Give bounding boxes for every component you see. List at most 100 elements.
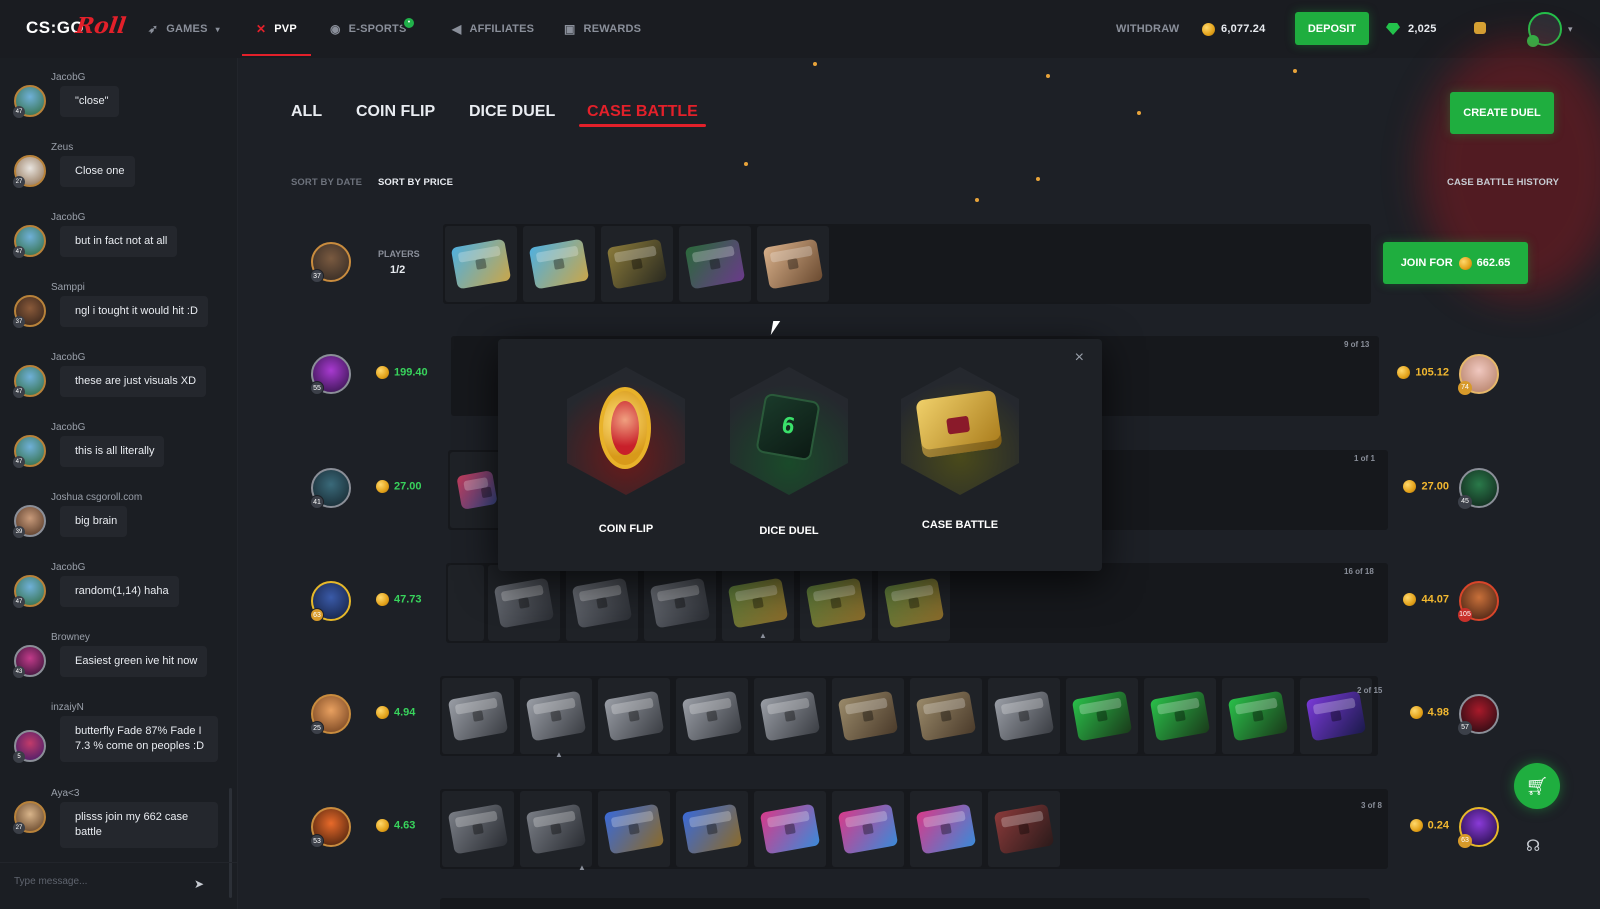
battle-value-text: 27.00: [394, 480, 422, 493]
case-item: [598, 678, 670, 754]
chat-username: JacobG: [51, 212, 86, 223]
chat-message-input[interactable]: [14, 876, 194, 887]
coin-icon: [1458, 256, 1472, 270]
nav-pvp[interactable]: ✕ PVP: [242, 0, 311, 58]
case-item: [878, 565, 950, 641]
case-item: [488, 565, 560, 641]
case-item: [910, 678, 982, 754]
avatar[interactable]: 25: [310, 694, 351, 735]
logo-script: Roll: [74, 13, 128, 39]
avatar[interactable]: 37: [310, 242, 351, 283]
chat-sidebar: JacobG 47 "close" Zeus 27 Close one Jaco…: [0, 58, 238, 909]
battle-value: 199.40: [376, 366, 428, 379]
nav-games[interactable]: ➶ GAMES ▾: [148, 0, 220, 58]
cart-icon: 🛒︎: [1525, 775, 1549, 796]
sort-by-price[interactable]: SORT BY PRICE: [378, 177, 453, 188]
case-battle-label[interactable]: CASE BATTLE: [890, 519, 1030, 531]
chat-username: Aya<3: [51, 788, 80, 799]
gems-display: 2,025: [1386, 0, 1437, 58]
nav-rewards[interactable]: ▣ REWARDS: [564, 0, 641, 58]
sort-by-date[interactable]: SORT BY DATE: [291, 177, 362, 188]
chat-text: butterfly Fade 87% Fade I 7.3 % come on …: [60, 716, 218, 762]
chat-text: Easiest green ive hit now: [60, 646, 208, 677]
case-item: [520, 678, 592, 754]
case-item: [448, 565, 484, 641]
dice-duel-label[interactable]: DICE DUEL: [719, 525, 859, 537]
nav-esports[interactable]: ◉ E-SPORTS: [330, 0, 407, 58]
battle-value-text: 4.63: [394, 819, 416, 832]
case-battle-history-link[interactable]: CASE BATTLE HISTORY: [1447, 177, 1559, 188]
level-badge: 41: [310, 495, 324, 509]
tab-all[interactable]: ALL: [291, 103, 322, 121]
avatar[interactable]: 55: [310, 354, 351, 395]
csgoroll-logo[interactable]: CS:GO Roll: [26, 13, 127, 44]
deposit-label: DEPOSIT: [1307, 22, 1357, 35]
battle-value-text: 47.73: [394, 593, 422, 606]
level-badge: 74: [1458, 381, 1472, 395]
case-progress: 1 of 1: [1354, 454, 1375, 463]
megaphone-icon: ◀: [452, 22, 462, 36]
chat-username: JacobG: [51, 562, 86, 573]
rocket-icon: ➶: [148, 22, 159, 36]
nav-affiliates[interactable]: ◀ AFFILIATES: [452, 0, 534, 58]
level-badge: 47: [13, 386, 25, 398]
case-progress: 16 of 18: [1344, 567, 1374, 576]
deposit-button[interactable]: DEPOSIT: [1295, 12, 1369, 45]
opponent-value-text: 4.98: [1427, 706, 1449, 719]
level-badge: 43: [13, 666, 25, 678]
players-count: 1/2: [390, 264, 406, 276]
live-badge-icon: •: [402, 16, 416, 30]
chevron-down-icon[interactable]: ▾: [1568, 24, 1573, 35]
tab-case-battle[interactable]: CASE BATTLE: [579, 103, 706, 127]
send-icon[interactable]: ➤: [194, 877, 204, 891]
level-badge: 45: [1458, 495, 1472, 509]
avatar[interactable]: 63: [310, 581, 351, 622]
dice-duel-option[interactable]: 6: [730, 367, 848, 495]
chevron-down-icon: ▾: [215, 24, 220, 34]
coin-icon: [376, 366, 389, 379]
cart-button[interactable]: 🛒︎: [1514, 763, 1560, 809]
avatar[interactable]: 74: [1458, 354, 1499, 395]
withdraw-link[interactable]: WITHDRAW: [1116, 0, 1179, 58]
level-badge: 57: [1458, 721, 1472, 735]
support-headset-icon[interactable]: ☊: [1526, 836, 1540, 856]
crossed-swords-icon: ✕: [256, 22, 267, 36]
case-strip: [440, 898, 1370, 909]
avatar[interactable]: 63: [1458, 807, 1499, 848]
battle-value: 4.63: [376, 819, 415, 832]
join-battle-button[interactable]: JOIN FOR 662.65: [1383, 242, 1528, 284]
treasure-icon[interactable]: [1474, 22, 1486, 34]
avatar[interactable]: 45: [1458, 468, 1499, 509]
level-badge: 47: [13, 106, 25, 118]
tab-dice-duel[interactable]: DICE DUEL: [469, 103, 555, 121]
case-item: [754, 678, 826, 754]
opponent-value-text: 0.24: [1427, 819, 1449, 832]
nav-label: E-SPORTS: [348, 23, 407, 35]
nav-label: GAMES: [166, 23, 208, 35]
ember-decoration: [1137, 111, 1141, 115]
case-item: [1222, 678, 1294, 754]
case-item: [910, 791, 982, 867]
chat-username: Samppi: [51, 282, 85, 293]
level-badge: 27: [13, 176, 25, 188]
chat-input-bar: ➤: [0, 862, 238, 909]
case-item: [988, 678, 1060, 754]
coin-icon: [376, 819, 389, 832]
coin-flip-label[interactable]: COIN FLIP: [556, 523, 696, 535]
chat-username: Browney: [51, 632, 90, 643]
avatar[interactable]: 57: [1458, 694, 1499, 735]
case-item: [566, 565, 638, 641]
avatar[interactable]: 53: [310, 807, 351, 848]
case-item: [676, 678, 748, 754]
create-duel-button[interactable]: CREATE DUEL: [1450, 92, 1554, 134]
avatar[interactable]: 105: [1458, 581, 1499, 622]
case-battle-option[interactable]: [901, 367, 1019, 495]
tab-coin-flip[interactable]: COIN FLIP: [356, 103, 435, 121]
coin-flip-option[interactable]: [567, 367, 685, 495]
players-label: PLAYERS: [378, 249, 420, 259]
opponent-value: 27.00: [1403, 480, 1449, 493]
opponent-value: 105.12: [1397, 366, 1449, 379]
close-icon[interactable]: ×: [1075, 349, 1084, 367]
avatar[interactable]: 41: [310, 468, 351, 509]
ember-decoration: [744, 162, 748, 166]
